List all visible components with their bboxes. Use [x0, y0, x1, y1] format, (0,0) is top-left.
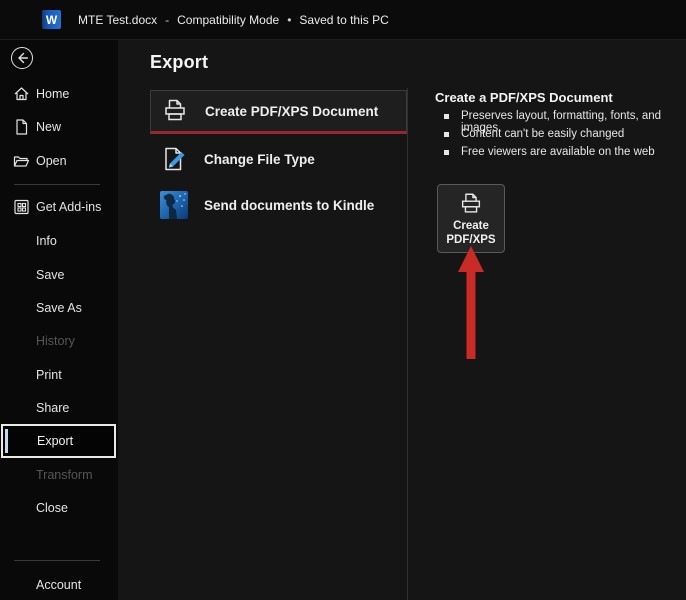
detail-heading: Create a PDF/XPS Document: [435, 90, 613, 105]
sidebar-item-label: Share: [36, 401, 70, 415]
button-label-line1: Create: [453, 219, 489, 232]
arrow-left-icon: [16, 52, 28, 64]
sidebar-item-label: Account: [36, 578, 82, 592]
save-status-label: Saved to this PC: [299, 13, 389, 27]
title-dot-separator: •: [287, 13, 292, 27]
word-app-icon: W: [42, 10, 61, 29]
pdf-xps-document-icon: [161, 97, 189, 125]
sidebar-item-transform: Transform: [0, 463, 118, 487]
sidebar-item-label: History: [36, 334, 75, 348]
sidebar-item-save[interactable]: Save: [0, 263, 118, 287]
sidebar-item-label: Get Add-ins: [36, 200, 102, 214]
document-title: MTE Test.docx - Compatibility Mode • Sav…: [78, 0, 389, 40]
square-bullet-icon: [444, 150, 449, 155]
detail-bullet: Free viewers are available on the web: [444, 146, 684, 158]
sidebar-item-label: Info: [36, 234, 57, 248]
new-document-icon: [13, 119, 30, 136]
panel-divider: [407, 88, 408, 600]
sidebar-item-label: Save: [36, 268, 65, 282]
page-title: Export: [150, 52, 209, 72]
detail-bullet: Content can't be easily changed: [444, 128, 684, 140]
sidebar-item-share[interactable]: Share: [0, 396, 118, 420]
home-icon: [13, 86, 30, 103]
sidebar-item-close[interactable]: Close: [0, 496, 118, 520]
sidebar-item-label: New: [36, 120, 62, 134]
sidebar-item-home[interactable]: Home: [0, 82, 118, 106]
add-ins-grid-icon: [13, 199, 30, 216]
sidebar-divider: [14, 560, 100, 561]
compatibility-mode-label: Compatibility Mode: [177, 13, 280, 27]
sidebar-item-get-add-ins[interactable]: Get Add-ins: [0, 195, 118, 219]
option-label: Create PDF/XPS Document: [205, 103, 379, 119]
sidebar-item-label: Export: [37, 434, 74, 448]
sidebar-item-label: Open: [36, 154, 67, 168]
sidebar-item-label: Save As: [36, 301, 82, 315]
option-create-pdf-xps-document[interactable]: Create PDF/XPS Document: [150, 90, 407, 134]
selection-accent-bar: [5, 429, 8, 453]
sidebar-item-label: Home: [36, 87, 70, 101]
bullet-text: Free viewers are available on the web: [461, 146, 655, 158]
sidebar-item-info[interactable]: Info: [0, 229, 118, 253]
sidebar-divider: [14, 184, 100, 185]
red-arrow-up-annotation: [458, 246, 484, 359]
sidebar-item-print[interactable]: Print: [0, 363, 118, 387]
sidebar-item-export[interactable]: Export: [1, 424, 116, 458]
option-label: Change File Type: [204, 151, 315, 167]
sidebar-item-open[interactable]: Open: [0, 149, 118, 173]
sidebar-item-save-as[interactable]: Save As: [0, 296, 118, 320]
option-send-documents-to-kindle[interactable]: Send documents to Kindle: [150, 185, 407, 225]
backstage-sidebar: Home New Open Get Add-ins Info Save Save…: [0, 40, 118, 600]
sidebar-item-label: Print: [36, 368, 62, 382]
sidebar-item-label: Transform: [36, 468, 93, 482]
title-bar: W MTE Test.docx - Compatibility Mode • S…: [0, 0, 686, 40]
document-filename: MTE Test.docx: [78, 13, 158, 27]
option-label: Send documents to Kindle: [204, 197, 375, 213]
sidebar-item-history: History: [0, 329, 118, 353]
sidebar-item-label: Close: [36, 501, 68, 515]
bullet-text: Content can't be easily changed: [461, 128, 625, 140]
square-bullet-icon: [444, 132, 449, 137]
back-button[interactable]: [11, 47, 33, 69]
kindle-icon: [160, 191, 188, 219]
sidebar-item-new[interactable]: New: [0, 115, 118, 139]
open-folder-icon: [13, 153, 30, 170]
pdf-xps-document-icon: [458, 191, 484, 217]
button-label-line2: PDF/XPS: [446, 233, 496, 246]
create-pdf-xps-button[interactable]: Create PDF/XPS: [437, 184, 505, 253]
change-file-type-icon: [160, 145, 188, 173]
sidebar-item-account[interactable]: Account: [0, 573, 118, 597]
option-change-file-type[interactable]: Change File Type: [150, 139, 407, 179]
square-bullet-icon: [444, 114, 449, 119]
title-separator: -: [165, 13, 170, 27]
